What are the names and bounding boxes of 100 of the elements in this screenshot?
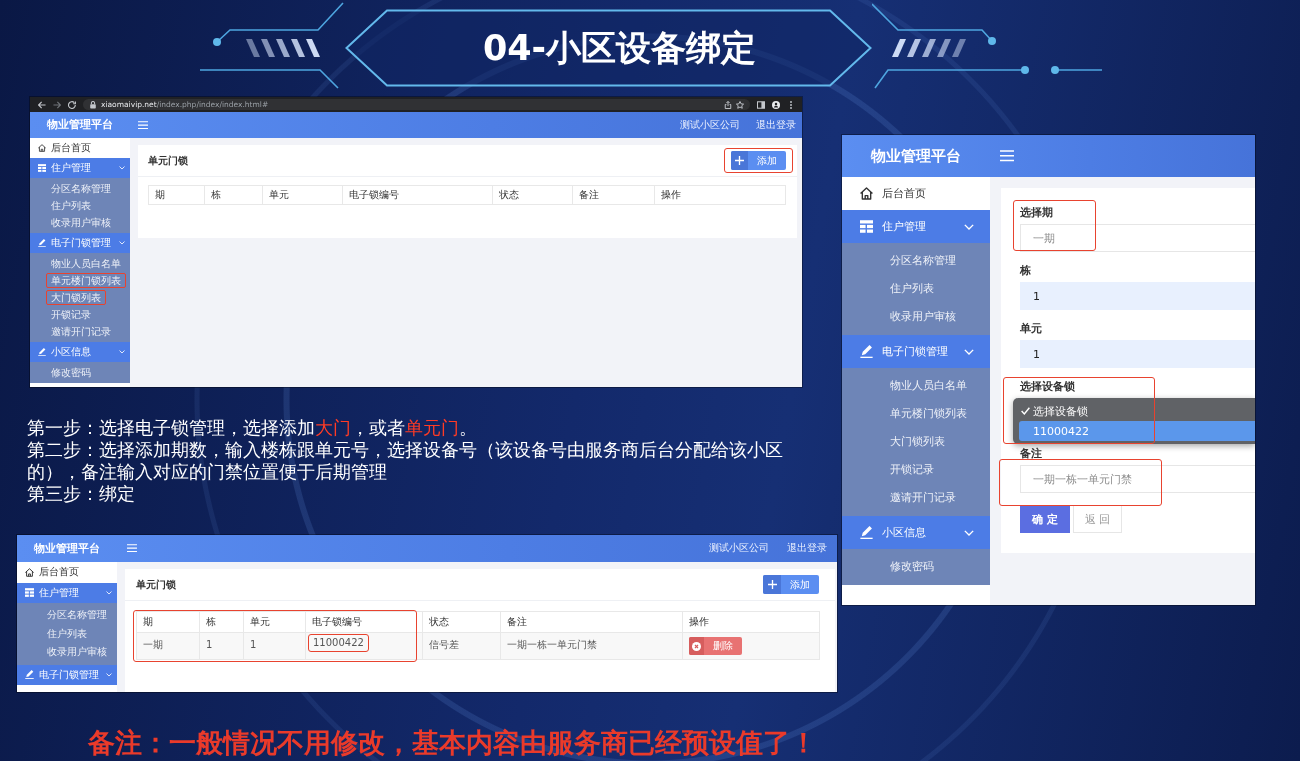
column-header: 栋 bbox=[200, 612, 244, 633]
sidebar-item[interactable]: 住户列表 bbox=[42, 625, 92, 642]
confirm-button[interactable]: 确 定 bbox=[1020, 505, 1070, 533]
add-button[interactable]: 添加 bbox=[763, 575, 819, 594]
sidebar-item[interactable]: 修改密码 bbox=[885, 554, 939, 580]
field-label: 选择期 bbox=[1020, 206, 1053, 220]
input-field[interactable]: 一期一栋一单元门禁 bbox=[1020, 465, 1255, 493]
column-header: 电子锁编号 bbox=[306, 612, 423, 633]
sidebar-item[interactable]: 修改密码 bbox=[46, 365, 96, 380]
note-text: 备注：一般情况不用修改，基本内容由服务商已经预设值了！ bbox=[88, 728, 817, 758]
input-field[interactable]: 1 bbox=[1020, 340, 1255, 368]
pen-icon bbox=[38, 239, 46, 247]
header-link[interactable]: 测试小区公司 bbox=[680, 118, 740, 132]
table-icon bbox=[38, 164, 46, 172]
pen-icon bbox=[860, 345, 873, 358]
sidebar-item[interactable]: 住户列表 bbox=[46, 198, 96, 213]
table-cell: 信号差 bbox=[423, 633, 501, 660]
sidebar-item[interactable]: 分区名称管理 bbox=[46, 181, 116, 196]
plus-icon bbox=[731, 151, 748, 170]
delete-button[interactable]: 删除 bbox=[689, 637, 742, 655]
sidebar-item[interactable]: 单元楼门锁列表 bbox=[885, 401, 972, 427]
column-header: 备注 bbox=[573, 186, 655, 205]
pen-icon bbox=[38, 348, 46, 356]
star-icon[interactable] bbox=[736, 100, 744, 109]
menu-group-header[interactable]: 住户管理 bbox=[30, 158, 130, 178]
column-header: 单元 bbox=[244, 612, 306, 633]
table-cell: 一期一栋一单元门禁 bbox=[501, 633, 683, 660]
sidebar-item[interactable]: 邀请开门记录 bbox=[885, 485, 961, 511]
pen-icon bbox=[860, 526, 873, 539]
dropdown-option[interactable]: 11000422 bbox=[1019, 421, 1255, 441]
column-header: 栋 bbox=[205, 186, 263, 205]
home-icon bbox=[860, 187, 873, 200]
more-icon[interactable] bbox=[787, 100, 795, 109]
app-title: 物业管理平台 bbox=[34, 541, 100, 556]
menu-icon[interactable] bbox=[1000, 150, 1014, 162]
sidebar-item[interactable]: 收录用户审核 bbox=[42, 644, 112, 661]
menu-group-header[interactable]: 小区信息 bbox=[30, 342, 130, 362]
add-button[interactable]: 添加 bbox=[731, 151, 786, 170]
column-header: 操作 bbox=[655, 186, 786, 205]
table-cell: 1 bbox=[200, 633, 244, 660]
sidebar-item[interactable]: 大门锁列表 bbox=[46, 290, 106, 305]
column-header: 状态 bbox=[423, 612, 501, 633]
dropdown-option[interactable]: 选择设备锁 bbox=[1019, 401, 1255, 421]
step-text: 第一步：选择电子锁管理，选择添加大门，或者单元门。 bbox=[27, 417, 478, 439]
header-link[interactable]: 退出登录 bbox=[787, 542, 827, 555]
header-link[interactable]: 退出登录 bbox=[756, 118, 796, 132]
highlighted-value: 11000422 bbox=[308, 634, 369, 652]
reload-icon[interactable] bbox=[68, 100, 76, 109]
app-title: 物业管理平台 bbox=[871, 146, 961, 166]
sidebar-item[interactable]: 物业人员白名单 bbox=[885, 373, 972, 399]
profile-icon[interactable] bbox=[772, 100, 780, 109]
header-link[interactable]: 测试小区公司 bbox=[709, 542, 769, 555]
sidebar-item[interactable]: 物业人员白名单 bbox=[46, 256, 126, 271]
field-label: 栋 bbox=[1020, 264, 1031, 278]
menu-group-header[interactable]: 住户管理 bbox=[17, 582, 117, 603]
plus-icon bbox=[763, 575, 781, 594]
share-icon[interactable] bbox=[724, 100, 732, 109]
menu-icon[interactable] bbox=[138, 120, 148, 130]
sidebar-item[interactable]: 住户列表 bbox=[885, 276, 939, 302]
table-cell: 一期 bbox=[137, 633, 200, 660]
menu-group-header[interactable]: 电子门锁管理 bbox=[17, 664, 117, 685]
menu-group-header[interactable]: 小区信息 bbox=[842, 516, 990, 549]
column-header: 期 bbox=[149, 186, 205, 205]
column-header: 状态 bbox=[493, 186, 573, 205]
sidebar-item[interactable]: 邀请开门记录 bbox=[46, 324, 116, 339]
field-label: 选择设备锁 bbox=[1020, 380, 1075, 394]
table-icon bbox=[860, 220, 873, 233]
column-header: 操作 bbox=[683, 612, 820, 633]
input-field[interactable]: 1 bbox=[1020, 282, 1255, 310]
forward-arrow-icon[interactable] bbox=[53, 100, 61, 109]
table-icon bbox=[25, 588, 34, 598]
slide-title: 04-小区设备绑定 bbox=[482, 27, 757, 70]
step-text: 第三步：绑定 bbox=[27, 483, 136, 505]
menu-group-header[interactable]: 电子门锁管理 bbox=[30, 233, 130, 253]
pen-icon bbox=[25, 670, 34, 680]
sidebar-item[interactable]: 分区名称管理 bbox=[42, 607, 112, 624]
menu-group-header[interactable]: 电子门锁管理 bbox=[842, 335, 990, 368]
sidebar-item[interactable]: 收录用户审核 bbox=[885, 304, 961, 330]
sidebar-item[interactable]: 单元楼门锁列表 bbox=[46, 273, 126, 288]
back-arrow-icon[interactable] bbox=[38, 100, 46, 109]
app-title: 物业管理平台 bbox=[47, 118, 113, 132]
table-cell: 1 bbox=[244, 633, 306, 660]
step-text: 第二步：选择添加期数，输入楼栋跟单元号，选择设备号（该设备号由服务商后台分配给该小区的），备注输入对应的门禁位置便于后期管理 bbox=[27, 439, 784, 483]
sidebar-item[interactable]: 收录用户审核 bbox=[46, 215, 116, 230]
menu-icon[interactable] bbox=[127, 544, 137, 553]
card-title: 单元门锁 bbox=[136, 578, 176, 591]
field-label: 备注 bbox=[1020, 447, 1042, 461]
sidebar-item[interactable]: 开锁记录 bbox=[46, 307, 96, 322]
home-icon bbox=[25, 567, 34, 577]
home-icon bbox=[38, 144, 46, 152]
menu-group-header[interactable]: 住户管理 bbox=[842, 210, 990, 243]
side-panel-icon[interactable] bbox=[757, 100, 765, 109]
column-header: 备注 bbox=[501, 612, 683, 633]
lock-icon bbox=[89, 100, 97, 109]
column-header: 单元 bbox=[263, 186, 343, 205]
sidebar-item[interactable]: 分区名称管理 bbox=[885, 248, 961, 274]
sidebar-item[interactable]: 大门锁列表 bbox=[885, 429, 950, 455]
select-field[interactable]: 一期 bbox=[1020, 224, 1255, 252]
back-button[interactable]: 返 回 bbox=[1072, 505, 1123, 533]
sidebar-item[interactable]: 开锁记录 bbox=[885, 457, 939, 483]
